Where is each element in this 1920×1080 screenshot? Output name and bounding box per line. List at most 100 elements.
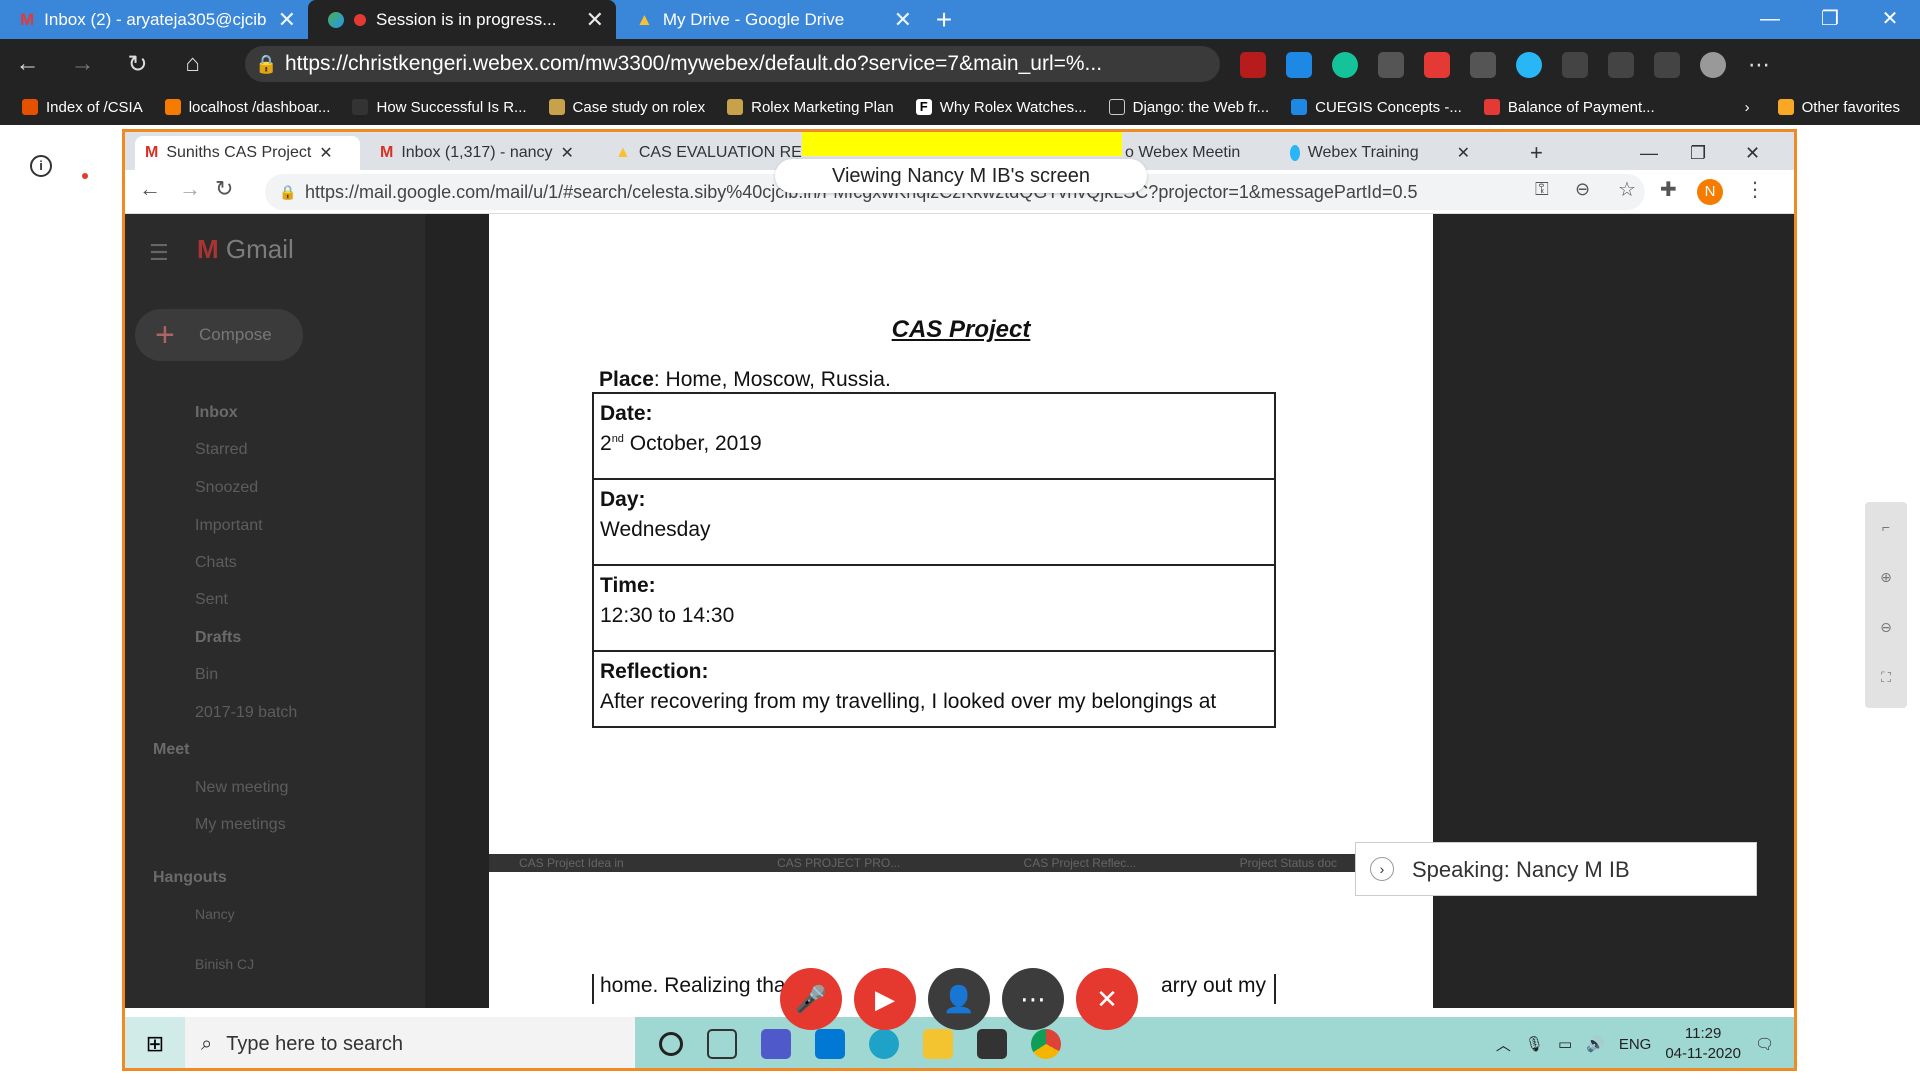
- bookmark-item[interactable]: Index of /CSIA: [22, 99, 143, 116]
- close-icon[interactable]: ✕: [586, 7, 604, 33]
- bookmark-item[interactable]: How Successful Is R...: [352, 99, 527, 116]
- windows-start-icon[interactable]: ⊞: [125, 1017, 185, 1068]
- menu-icon[interactable]: ⋮: [1745, 177, 1765, 202]
- nav-inbox[interactable]: Inbox: [195, 404, 238, 422]
- bookmark-item[interactable]: CUEGIS Concepts -...: [1291, 99, 1462, 116]
- cortana-icon[interactable]: [659, 1032, 683, 1056]
- notifications-icon[interactable]: 🗨: [1755, 1035, 1774, 1053]
- attachment-name[interactable]: Project Status doc: [1240, 856, 1337, 870]
- taskbar-search[interactable]: ⌕ Type here to search: [185, 1017, 635, 1068]
- file-explorer-icon[interactable]: [923, 1029, 953, 1059]
- share-icon[interactable]: [1654, 52, 1680, 78]
- home-icon[interactable]: ⌂: [165, 50, 220, 78]
- collections-icon[interactable]: [1608, 52, 1634, 78]
- chevron-right-icon[interactable]: ›: [1370, 857, 1394, 881]
- inner-new-tab-button[interactable]: +: [1520, 136, 1553, 170]
- forward-icon[interactable]: →: [179, 176, 201, 202]
- star-icon[interactable]: ☆: [1618, 177, 1636, 202]
- profile-avatar[interactable]: [1700, 52, 1726, 78]
- bookmark-item[interactable]: Django: the Web fr...: [1108, 99, 1269, 116]
- leave-meeting-icon[interactable]: ✕: [1076, 968, 1138, 1030]
- inner-tab-cas-evaluation[interactable]: ▲ CAS EVALUATION RE: [605, 136, 805, 170]
- video-off-icon[interactable]: ▶: [854, 968, 916, 1030]
- zoom-in-icon[interactable]: ⊕: [1865, 552, 1907, 602]
- pen-icon[interactable]: [1286, 52, 1312, 78]
- store-icon[interactable]: [977, 1029, 1007, 1059]
- task-view-icon[interactable]: [707, 1029, 737, 1059]
- inner-minimize-icon[interactable]: —: [1630, 136, 1668, 170]
- mail-icon[interactable]: [815, 1029, 845, 1059]
- inner-close-icon[interactable]: ✕: [1735, 136, 1770, 170]
- nav-starred[interactable]: Starred: [195, 441, 247, 459]
- outer-url-field[interactable]: 🔒 https://christkengeri.webex.com/mw3300…: [245, 46, 1220, 82]
- new-meeting[interactable]: New meeting: [195, 779, 288, 797]
- outer-tab-inbox[interactable]: M Inbox (2) - aryateja305@cjcib.in ✕: [0, 0, 308, 39]
- ublock-icon[interactable]: [1240, 52, 1266, 78]
- outer-tab-drive[interactable]: ▲ My Drive - Google Drive ✕: [616, 0, 924, 39]
- nav-snoozed[interactable]: Snoozed: [195, 479, 258, 497]
- close-icon[interactable]: ✕: [561, 143, 574, 163]
- attachment-name[interactable]: CAS Project Reflec...: [1024, 856, 1137, 870]
- nav-label[interactable]: 2017-19 batch: [195, 704, 297, 722]
- hangouts-contact[interactable]: Binish CJ: [195, 956, 254, 972]
- chrome-icon[interactable]: [1031, 1029, 1061, 1059]
- extensions-icon[interactable]: ✚: [1660, 177, 1677, 202]
- compose-button[interactable]: Compose: [135, 309, 303, 361]
- participants-icon[interactable]: 👤: [928, 968, 990, 1030]
- close-icon[interactable]: ✕: [319, 143, 332, 163]
- hangouts-contact[interactable]: Nancy: [195, 906, 235, 922]
- nav-important[interactable]: Important: [195, 517, 263, 535]
- more-icon[interactable]: ⋯: [1746, 52, 1772, 78]
- inner-tab-webex-training[interactable]: Webex Training ✕: [1280, 136, 1480, 170]
- tray-overflow-icon[interactable]: ︿: [1496, 1034, 1511, 1055]
- back-icon[interactable]: ←: [0, 50, 55, 78]
- key-icon[interactable]: ⚿: [1535, 179, 1549, 200]
- forward-icon[interactable]: →: [55, 50, 110, 78]
- inner-tab-inbox[interactable]: M Inbox (1,317) - nancy ✕: [370, 136, 595, 170]
- extension-new-icon[interactable]: [1424, 52, 1450, 78]
- battery-icon[interactable]: ▭: [1558, 1035, 1572, 1053]
- favorites-icon[interactable]: [1562, 52, 1588, 78]
- new-tab-button[interactable]: +: [924, 0, 964, 39]
- profile-avatar[interactable]: N: [1697, 179, 1723, 205]
- webex-ext-icon[interactable]: [1516, 52, 1542, 78]
- inner-tab-cas-project[interactable]: M Suniths CAS Project ✕: [135, 136, 360, 170]
- nav-drafts[interactable]: Drafts: [195, 629, 241, 647]
- nav-chats[interactable]: Chats: [195, 554, 237, 572]
- attachment-name[interactable]: CAS PROJECT PRO...: [777, 856, 900, 870]
- bookmark-item[interactable]: F Why Rolex Watches...: [915, 99, 1087, 116]
- my-meetings[interactable]: My meetings: [195, 816, 286, 834]
- back-icon[interactable]: ←: [139, 176, 161, 202]
- pocket-icon[interactable]: [1378, 52, 1404, 78]
- close-window-icon[interactable]: ✕: [1860, 0, 1920, 39]
- reload-icon[interactable]: ↻: [110, 50, 165, 79]
- zoom-out-icon[interactable]: ⊖: [1865, 602, 1907, 652]
- clock[interactable]: 11:29 04-11-2020: [1665, 1024, 1741, 1064]
- zoom-icon[interactable]: ⊖: [1575, 179, 1590, 200]
- reload-icon[interactable]: ↻: [215, 176, 233, 202]
- mute-icon[interactable]: 🎤: [780, 968, 842, 1030]
- other-favorites[interactable]: Other favorites: [1777, 99, 1900, 116]
- bookmarks-overflow-icon[interactable]: ›: [1745, 99, 1750, 116]
- volume-icon[interactable]: 🔊: [1586, 1035, 1605, 1053]
- menu-icon[interactable]: ☰: [149, 240, 169, 266]
- gmail-logo[interactable]: M Gmail: [197, 234, 294, 265]
- close-icon[interactable]: ✕: [278, 7, 296, 33]
- bookmark-item[interactable]: Rolex Marketing Plan: [727, 99, 894, 116]
- restore-icon[interactable]: ❐: [1800, 0, 1860, 39]
- bookmark-item[interactable]: localhost /dashboar...: [164, 99, 330, 116]
- bookmark-item[interactable]: Balance of Payment...: [1483, 99, 1655, 116]
- fit-icon[interactable]: ⛶: [1865, 652, 1907, 702]
- nav-sent[interactable]: Sent: [195, 591, 228, 609]
- language-indicator[interactable]: ENG: [1619, 1036, 1652, 1053]
- microphone-icon[interactable]: 🎙: [1525, 1035, 1544, 1053]
- more-options-icon[interactable]: ⋯: [1002, 968, 1064, 1030]
- collapse-icon[interactable]: ⌐: [1865, 502, 1907, 552]
- close-icon[interactable]: ✕: [1457, 143, 1470, 163]
- close-icon[interactable]: ✕: [894, 7, 912, 33]
- attachment-name[interactable]: CAS Project Idea in: [519, 856, 624, 870]
- minimize-icon[interactable]: —: [1740, 0, 1800, 39]
- outer-tab-session[interactable]: Session is in progress... ✕: [308, 0, 616, 39]
- info-icon[interactable]: i: [30, 155, 52, 177]
- nav-bin[interactable]: Bin: [195, 666, 218, 684]
